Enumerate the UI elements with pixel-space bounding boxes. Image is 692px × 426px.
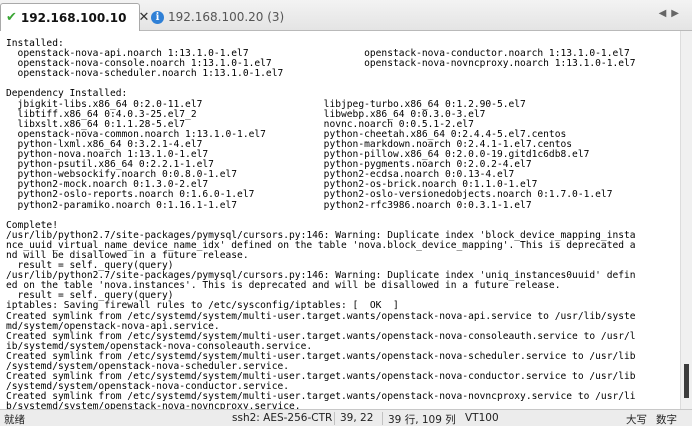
session-tab-bar: ✔ 192.168.100.10 ✕ i 192.168.100.20 (3) … [0,0,692,31]
check-icon: ✔ [6,10,17,25]
tab-scroll-right-icon[interactable]: ▶ [671,8,684,19]
status-terminal-type: VT100 [465,412,499,424]
status-connection: ssh2: AES-256-CTR [232,412,333,424]
tab-scroll-arrows[interactable]: ◀▶ [659,8,684,19]
status-caps: 大写 [626,414,647,426]
terminal-text: Installed: openstack-nova-api.noarch 1:1… [0,31,680,409]
tab-scroll-left-icon[interactable]: ◀ [659,8,672,19]
status-divider [382,412,383,425]
tab-192-168-100-20[interactable]: i 192.168.100.20 (3) [145,3,285,31]
tab-label: 192.168.100.10 [20,10,127,25]
terminal-line: b/systemd/system/openstack-nova-novncpro… [6,401,301,409]
terminal-line: openstack-nova-scheduler.noarch 1:13.1.0… [17,68,284,80]
status-bar: 就绪 ssh2: AES-256-CTR 39, 22 39 行, 109 列 … [0,409,692,426]
info-icon: i [151,10,164,24]
terminal-line: python2-paramiko.noarch 0:1.16.1-1.el7 p… [17,199,532,211]
terminal-output[interactable]: Installed: openstack-nova-api.noarch 1:1… [0,31,680,409]
status-terminal-size: 39 行, 109 列 [388,414,456,426]
status-divider [334,412,335,425]
tab-label: 192.168.100.20 (3) [168,10,285,24]
tab-192-168-100-10[interactable]: ✔ 192.168.100.10 ✕ [0,3,149,31]
terminal-scrollbar[interactable] [680,31,692,409]
status-cursor-position: 39, 22 [340,412,374,424]
scrollbar-thumb[interactable] [684,364,689,398]
status-ready: 就绪 [4,414,25,426]
status-num: 数字 [656,414,677,426]
